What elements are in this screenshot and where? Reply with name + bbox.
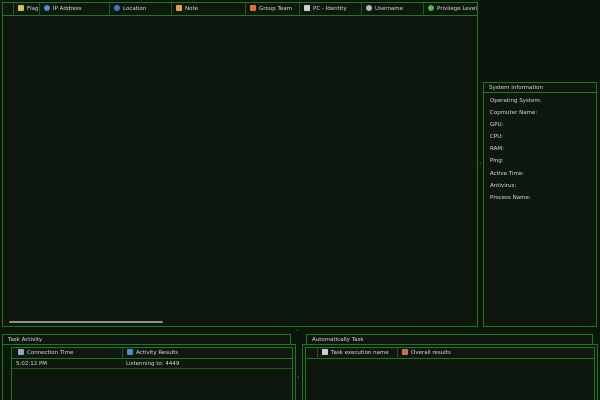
task-activity-header: Connection Time Activity Results (12, 348, 292, 359)
info-ram: RAM: (490, 146, 504, 152)
column-header-activity-results-label: Activity Results (136, 350, 179, 356)
group-icon (250, 5, 256, 11)
column-header-username-label: Username (375, 6, 404, 12)
info-cpu: CPU: (490, 134, 504, 140)
column-header-location[interactable]: Location (109, 3, 171, 16)
auto-task-title-label: Automatically Task (312, 337, 364, 343)
clients-table[interactable]: Flag IP Address Location Note Group Team… (2, 2, 478, 327)
shield-icon (428, 5, 434, 11)
column-header-pc-identity[interactable]: PC - Identity (299, 3, 361, 16)
info-process-name: Process Name: (490, 195, 531, 201)
task-activity-title: Task Activity (2, 334, 291, 344)
column-header-task-execution-label: Task execution name (331, 350, 389, 356)
column-header-username[interactable]: Username (361, 3, 423, 16)
chart-icon (402, 349, 408, 355)
column-header-connection-time[interactable]: Connection Time (14, 348, 122, 359)
note-icon (176, 5, 182, 11)
column-header-pc-label: PC - Identity (313, 6, 347, 12)
auto-task-panel: Task execution name Overall results (302, 344, 598, 400)
table-row[interactable]: 5:02:12 PM Listenning to: 4449 (12, 359, 292, 369)
task-activity-table[interactable]: Connection Time Activity Results 5:02:12… (11, 347, 293, 400)
column-header-group-team[interactable]: Group Team (245, 3, 299, 16)
info-antivirus: Antivirus: (490, 183, 517, 189)
monitor-icon (127, 349, 133, 355)
column-header-privilege-level[interactable]: Privilege Level (423, 3, 479, 16)
column-header-location-label: Location (123, 6, 147, 12)
column-header-overall-results-label: Overall results (411, 350, 451, 356)
flag-icon (18, 5, 24, 11)
info-computer-name: Copmuter Name: (490, 110, 538, 116)
globe-icon (114, 5, 120, 11)
task-activity-title-label: Task Activity (8, 337, 43, 343)
column-header-ip-address[interactable]: IP Address (39, 3, 109, 16)
column-header-activity-results[interactable]: Activity Results (122, 348, 294, 359)
connection-icon (18, 349, 24, 355)
document-icon (322, 349, 328, 355)
info-operating-system: Operating System: (490, 98, 542, 104)
info-ping: Ping: (490, 158, 504, 164)
location-pin-icon (44, 5, 50, 11)
task-activity-panel: Connection Time Activity Results 5:02:12… (2, 344, 296, 400)
column-header-flag[interactable]: Flag (13, 3, 39, 16)
column-header-note[interactable]: Note (171, 3, 245, 16)
auto-task-header: Task execution name Overall results (306, 348, 594, 359)
column-header-task-execution-name[interactable]: Task execution name (317, 348, 397, 359)
column-header-flag-label: Flag (27, 6, 39, 12)
column-header-privilege-label: Privilege Level (437, 6, 477, 12)
info-gpu: GPU: (490, 122, 504, 128)
system-info-title-label: System information (489, 85, 544, 91)
auto-task-table[interactable]: Task execution name Overall results (305, 347, 595, 400)
user-icon (366, 5, 372, 11)
collapse-down-arrow-icon[interactable]: ⌄ (295, 327, 300, 333)
horizontal-scrollbar[interactable] (9, 321, 163, 323)
system-info-title: System information (483, 82, 597, 92)
auto-task-title: Automatically Task (306, 334, 593, 344)
collapse-right-arrow-icon[interactable]: › (479, 161, 481, 167)
collapse-right-arrow-icon-bottom[interactable]: › (297, 375, 299, 381)
row-activity-result: Listenning to: 4449 (126, 361, 180, 367)
row-connection-time: 5:02:12 PM (16, 361, 48, 367)
column-header-connection-time-label: Connection Time (27, 350, 74, 356)
column-header-group-label: Group Team (259, 6, 293, 12)
column-header-ip-label: IP Address (53, 6, 82, 12)
info-active-time: Active Time: (490, 171, 525, 177)
column-header-note-label: Note (185, 6, 199, 12)
clients-table-header: Flag IP Address Location Note Group Team… (3, 3, 477, 16)
pc-icon (304, 5, 310, 11)
column-header-overall-results[interactable]: Overall results (397, 348, 592, 359)
system-info-panel: Operating System: Copmuter Name: GPU: CP… (483, 92, 597, 327)
